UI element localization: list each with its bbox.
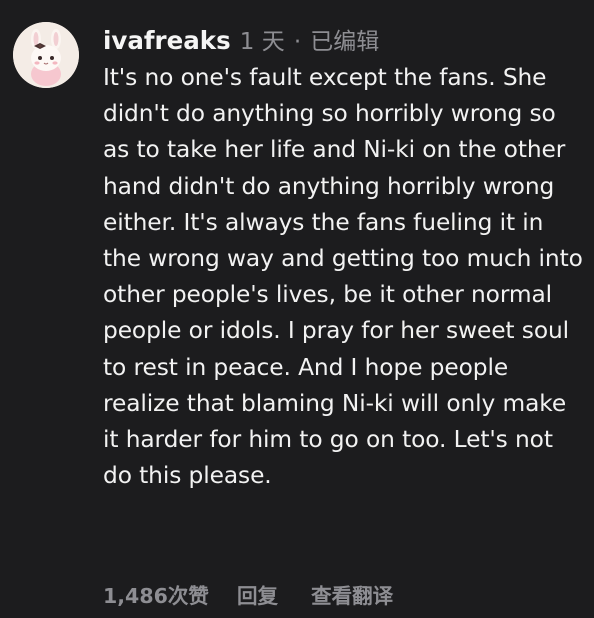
like-count[interactable]: 1,486次赞 <box>103 578 209 614</box>
edited-label: 已编辑 <box>310 29 380 55</box>
comment-time: 1 天 <box>239 29 285 55</box>
bunny-avatar-icon <box>13 22 79 88</box>
comment-header: ivafreaks 1 天 · 已编辑 <box>103 24 588 58</box>
comment-actions: 1,486次赞 回复 查看翻译 <box>103 578 393 614</box>
see-translation-button[interactable]: 查看翻译 <box>311 578 393 614</box>
avatar[interactable] <box>13 22 79 88</box>
meta-separator: · <box>293 29 302 55</box>
reply-button[interactable]: 回复 <box>237 578 278 614</box>
comment-text: It's no one's fault except the fans. She… <box>103 64 583 490</box>
comment-content: ivafreaks 1 天 · 已编辑 It's no one's fault … <box>103 24 588 494</box>
comment-item: ivafreaks 1 天 · 已编辑 It's no one's fault … <box>0 0 594 618</box>
username-link[interactable]: ivafreaks <box>103 26 231 55</box>
